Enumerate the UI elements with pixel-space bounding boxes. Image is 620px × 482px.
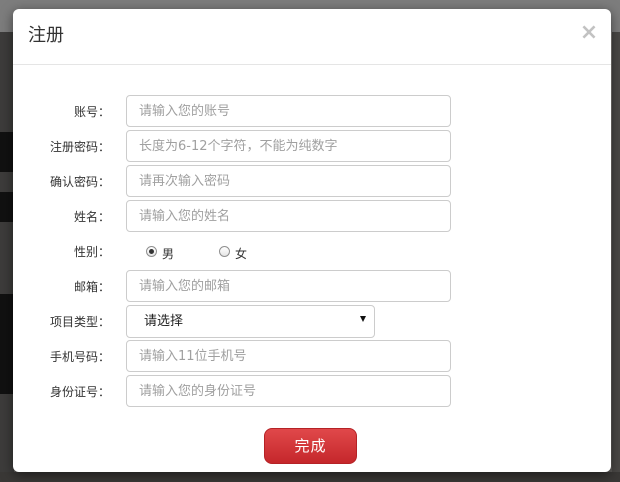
email-label: 邮箱：: [73, 280, 110, 294]
account-label: 账号：: [73, 105, 110, 119]
account-input[interactable]: [126, 95, 451, 127]
phone-input[interactable]: [126, 340, 451, 372]
dropdown-arrow-icon: [360, 316, 366, 322]
gender-label: 性别：: [73, 245, 110, 259]
id-number-input[interactable]: [126, 375, 451, 407]
register-dialog: 注册 × 账号： 注册密码： 确认密码： 姓名： 性别： 男 女 邮箱： 项目类…: [13, 9, 611, 472]
gender-male-label: 男: [162, 247, 175, 261]
submit-button[interactable]: 完成: [264, 428, 357, 464]
confirm-password-input[interactable]: [126, 165, 451, 197]
email-input[interactable]: [126, 270, 451, 302]
name-label: 姓名：: [73, 210, 110, 224]
name-input[interactable]: [126, 200, 451, 232]
confirm-password-label: 确认密码：: [49, 175, 110, 189]
close-icon[interactable]: ×: [579, 21, 599, 45]
dialog-title: 注册: [28, 25, 64, 46]
dialog-header: 注册 ×: [13, 9, 611, 65]
radio-unchecked-icon: [219, 246, 230, 257]
radio-checked-icon: [146, 246, 157, 257]
background-right-strip: [612, 32, 620, 482]
background-left-strip: [0, 32, 14, 482]
password-input[interactable]: [126, 130, 451, 162]
project-type-label: 项目类型：: [49, 315, 110, 329]
password-label: 注册密码：: [49, 140, 110, 154]
id-number-label: 身份证号：: [49, 385, 110, 399]
phone-label: 手机号码：: [49, 350, 110, 364]
project-type-selected-value: 请选择: [144, 314, 184, 329]
background-bottom-strip: [0, 472, 620, 482]
gender-female-label: 女: [235, 247, 248, 261]
project-type-select[interactable]: 请选择: [126, 305, 375, 338]
